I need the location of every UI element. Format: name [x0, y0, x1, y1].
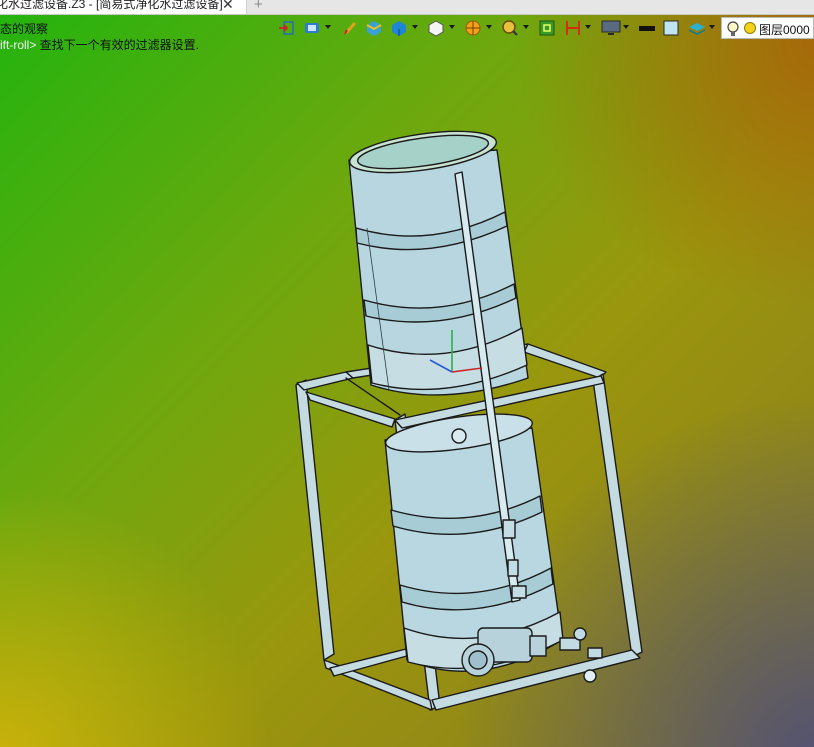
upper-tank	[348, 130, 529, 396]
water-filter-3d-model[interactable]	[0, 0, 814, 747]
lower-tank	[384, 413, 564, 672]
